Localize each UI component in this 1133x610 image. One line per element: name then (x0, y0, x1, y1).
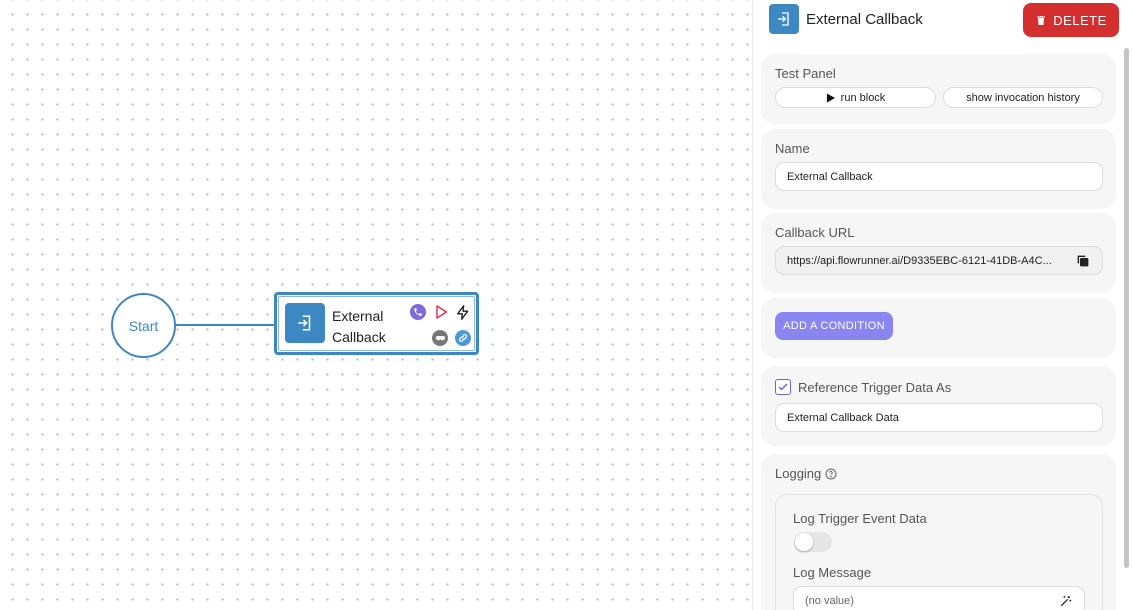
log-message-label: Log Message (793, 565, 872, 580)
callback-url-field[interactable]: https://api.flowrunner.ai/D9335EBC-6121-… (775, 246, 1103, 275)
run-block-button[interactable]: run block (775, 87, 936, 108)
start-node[interactable]: Start (111, 293, 176, 358)
help-circle-icon[interactable] (825, 468, 837, 480)
play-icon (826, 93, 835, 102)
node-title: External Callback (332, 308, 386, 345)
copy-icon[interactable] (1076, 254, 1090, 271)
login-icon (769, 4, 799, 34)
panel-header: External Callback DELETE (753, 0, 1133, 40)
link-icon[interactable] (455, 330, 471, 346)
log-trigger-label: Log Trigger Event Data (793, 511, 927, 526)
callback-url-label: Callback URL (775, 225, 855, 240)
delete-button[interactable]: DELETE (1023, 3, 1119, 37)
connector-edge[interactable] (176, 324, 275, 326)
mask-icon[interactable] (432, 330, 448, 346)
log-message-field[interactable]: (no value) (793, 586, 1085, 610)
magic-wand-icon[interactable] (1059, 595, 1072, 610)
play-outline-icon[interactable] (433, 304, 449, 320)
name-label: Name (775, 141, 810, 156)
show-history-label: show invocation history (966, 91, 1080, 104)
panel-title: External Callback (806, 11, 923, 28)
callback-url-card: Callback URL https://api.flowrunner.ai/D… (761, 213, 1116, 293)
reference-card: Reference Trigger Data As External Callb… (761, 366, 1116, 446)
log-message-placeholder: (no value) (805, 595, 854, 607)
external-callback-node[interactable]: External Callback (274, 292, 479, 355)
reference-label: Reference Trigger Data As (798, 380, 952, 395)
name-card: Name External Callback (761, 129, 1116, 209)
start-node-label: Start (128, 317, 159, 334)
login-icon (285, 303, 325, 343)
test-panel-label: Test Panel (775, 66, 836, 81)
add-condition-button[interactable]: ADD A CONDITION (775, 312, 893, 340)
toggle-knob (795, 533, 813, 551)
condition-card: ADD A CONDITION (761, 298, 1116, 358)
check-icon (778, 383, 788, 391)
phone-icon[interactable] (410, 304, 426, 320)
logging-header: Logging (775, 466, 837, 481)
lightning-icon[interactable] (455, 304, 471, 320)
node-badges (406, 302, 476, 350)
flow-canvas[interactable]: Start External Callback (0, 0, 752, 610)
name-field[interactable]: External Callback (775, 162, 1103, 191)
panel-scrollbar[interactable] (1124, 48, 1129, 568)
log-trigger-toggle[interactable] (794, 532, 832, 552)
logging-card: Logging Log Trigger Event Data Log Messa… (761, 454, 1116, 610)
logging-label: Logging (775, 466, 822, 481)
reference-value: External Callback Data (787, 411, 899, 424)
trash-icon (1037, 15, 1046, 25)
panel-scroll-area[interactable]: Test Panel run block show invocation his… (753, 40, 1133, 610)
run-block-label: run block (840, 91, 886, 104)
name-value: External Callback (787, 170, 873, 183)
test-panel-card: Test Panel run block show invocation his… (761, 54, 1116, 124)
logging-options: Log Trigger Event Data Log Message (no v… (775, 494, 1103, 610)
show-history-button[interactable]: show invocation history (943, 87, 1103, 108)
reference-checkbox[interactable] (775, 379, 791, 395)
callback-url-value: https://api.flowrunner.ai/D9335EBC-6121-… (787, 254, 1052, 267)
reference-field[interactable]: External Callback Data (775, 403, 1103, 432)
delete-label: DELETE (1053, 12, 1107, 28)
block-settings-panel: External Callback DELETE Test Panel run … (752, 0, 1133, 610)
